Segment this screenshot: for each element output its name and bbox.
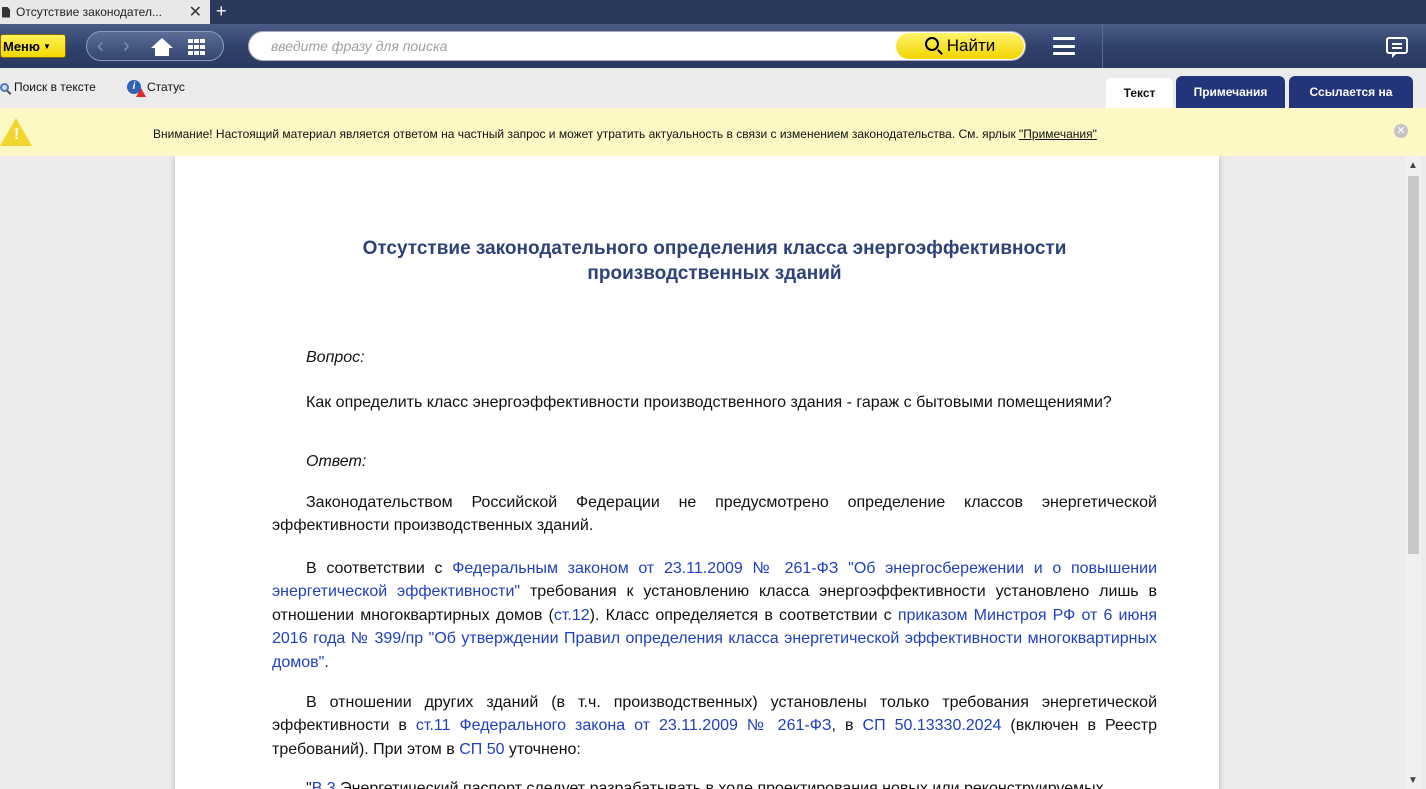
document-icon (2, 6, 10, 18)
find-label: Найти (946, 36, 996, 55)
search-icon (924, 37, 939, 51)
tab-text[interactable]: Текст (1106, 78, 1173, 108)
browser-tab-bar: Отсутствие законодател... ✕ + (0, 0, 1426, 24)
document-page: Отсутствие законодательного определения … (175, 156, 1219, 789)
question-text: Как определить класс энергоэффективности… (306, 394, 1112, 411)
status-label: Статус (147, 80, 185, 94)
caret-down-icon: ▼ (43, 41, 51, 51)
toolbar-divider (1102, 24, 1103, 68)
magnifier-icon (0, 82, 9, 92)
document-title: Отсутствие законодательного определения … (362, 238, 1067, 284)
search-in-text-button[interactable]: Поиск в тексте (0, 80, 96, 94)
paragraph-2: В соответствии с Федеральным законом от … (272, 560, 1158, 671)
apps-grid-icon[interactable] (188, 39, 206, 55)
link-article-11[interactable]: ст.11 Федерального закона от 23.11.2009 … (416, 717, 832, 734)
chat-icon[interactable] (1386, 37, 1408, 58)
link-b3[interactable]: В.3 (312, 780, 336, 789)
warning-message: Внимание! Настоящий материал является от… (153, 127, 1020, 141)
menu-button[interactable]: Меню ▼ (0, 34, 66, 58)
menu-label: Меню (3, 38, 41, 54)
paragraph-1: Законодательством Российской Федерации н… (272, 494, 1157, 535)
answer-label: Ответ: (306, 453, 367, 470)
status-button[interactable]: i Статус (127, 80, 185, 97)
notes-link[interactable]: "Примечания" (1019, 127, 1097, 141)
search-in-text-label: Поиск в тексте (14, 80, 96, 94)
close-tab-icon[interactable]: ✕ (189, 2, 202, 22)
document-subbar: Поиск в тексте i Статус Текст Примечания… (0, 68, 1426, 108)
tab-title: Отсутствие законодател... (16, 5, 162, 19)
warning-banner: ! Внимание! Настоящий материал является … (0, 108, 1426, 156)
vertical-scrollbar[interactable]: ▲ ▼ (1405, 156, 1421, 789)
find-button[interactable]: Найти (896, 33, 1024, 59)
link-article-12[interactable]: ст.12 (554, 607, 590, 624)
back-arrow-icon[interactable]: ‹ (97, 35, 104, 57)
home-icon[interactable] (151, 38, 173, 56)
scroll-up-icon[interactable]: ▲ (1405, 160, 1421, 174)
warning-text: Внимание! Настоящий материал является от… (153, 127, 1097, 141)
scroll-down-icon[interactable]: ▼ (1405, 775, 1421, 789)
document-viewport: Отсутствие законодательного определения … (0, 156, 1426, 789)
paragraph-4: "В.3 Энергетический паспорт следует разр… (272, 777, 1157, 789)
document-tab[interactable]: Отсутствие законодател... ✕ (0, 0, 210, 24)
main-toolbar: Меню ▼ ‹ › Найти (0, 24, 1426, 68)
tab-references[interactable]: Ссылается на (1289, 76, 1413, 108)
warning-icon: ! (0, 118, 32, 146)
forward-arrow-icon[interactable]: › (123, 35, 130, 57)
hamburger-menu-icon[interactable] (1053, 37, 1075, 55)
close-banner-icon[interactable]: ✕ (1394, 124, 1408, 138)
question-label: Вопрос: (306, 349, 365, 366)
status-info-icon: i (127, 80, 146, 97)
link-sp-50-2024[interactable]: СП 50.13330.2024 (863, 717, 1002, 734)
link-sp-50[interactable]: СП 50 (459, 741, 504, 758)
scroll-thumb[interactable] (1408, 176, 1419, 554)
tab-notes[interactable]: Примечания (1176, 76, 1285, 108)
paragraph-3: В отношении других зданий (в т.ч. произв… (272, 694, 1158, 758)
navigation-group: ‹ › (86, 31, 224, 61)
new-tab-button[interactable]: + (216, 0, 227, 24)
